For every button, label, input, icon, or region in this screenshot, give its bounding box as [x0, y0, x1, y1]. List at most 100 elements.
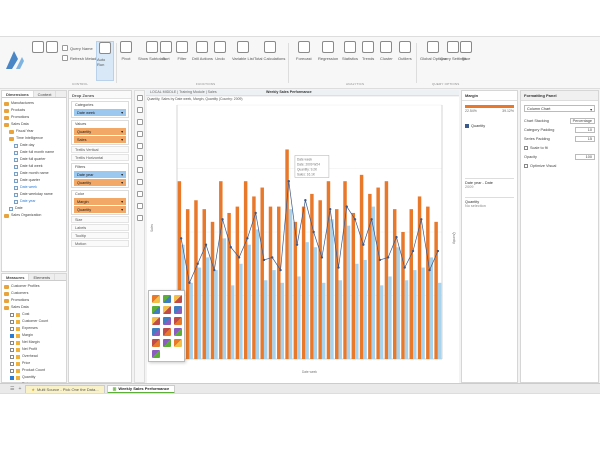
bar-quantity[interactable]: [280, 282, 284, 359]
format-option[interactable]: Opacity 100: [524, 152, 595, 161]
bar-quantity[interactable]: [346, 225, 351, 359]
margin-point[interactable]: [395, 235, 398, 239]
margin-point[interactable]: [229, 246, 233, 249]
checkbox-icon[interactable]: [524, 145, 528, 150]
motion-zone[interactable]: Motion: [71, 240, 129, 247]
dimension-item[interactable]: Date week: [4, 184, 64, 191]
chart-svg[interactable]: Date weekSalesQuantityDate weekDate: 200…: [147, 97, 459, 385]
bar-quantity[interactable]: [222, 238, 227, 359]
filter-chip[interactable]: Date year ▾: [74, 171, 126, 178]
dimension-item[interactable]: Sales Organization: [4, 212, 64, 219]
measure-item[interactable]: Cost: [4, 311, 64, 318]
margin-point[interactable]: [329, 207, 332, 211]
outliers-button[interactable]: Outliers: [398, 41, 412, 81]
dimension-item[interactable]: Date year: [4, 198, 64, 205]
auto-run-button[interactable]: Auto Run: [96, 41, 114, 81]
bar-sales[interactable]: [301, 206, 306, 359]
chart-icon[interactable]: [136, 203, 143, 209]
margin-point[interactable]: [204, 243, 208, 246]
chart-type-option[interactable]: [163, 328, 171, 336]
measure-item[interactable]: Customer Profiles: [4, 283, 64, 290]
size-zone[interactable]: Size: [71, 216, 129, 223]
bar-sales[interactable]: [268, 206, 273, 359]
measure-item[interactable]: Price: [4, 360, 64, 367]
chart-type-option[interactable]: [152, 295, 160, 303]
chart-type-option[interactable]: [152, 306, 160, 314]
bar-sales[interactable]: [277, 206, 281, 359]
filter-icon[interactable]: [136, 179, 143, 185]
trellis-vertical-zone[interactable]: Trellis Vertical: [71, 146, 129, 153]
bar-quantity[interactable]: [189, 282, 193, 359]
bar-quantity[interactable]: [197, 267, 202, 359]
margin-point[interactable]: [370, 218, 373, 221]
margin-point[interactable]: [411, 249, 415, 253]
quantity-summary[interactable]: Quantity No selection: [465, 197, 514, 208]
category-chip[interactable]: Date week ▾: [74, 109, 126, 116]
bar-sales[interactable]: [384, 181, 389, 359]
list-icon[interactable]: ☰: [10, 386, 14, 392]
query-name-button[interactable]: Query Name: [62, 45, 93, 51]
chart-type-option[interactable]: [174, 328, 182, 336]
filter-chip[interactable]: Quantity ▾: [74, 179, 126, 186]
bar-quantity[interactable]: [429, 257, 434, 359]
measure-item[interactable]: Sales Data: [4, 304, 64, 311]
lasso-icon[interactable]: [136, 143, 143, 149]
bar-sales[interactable]: [401, 232, 405, 359]
bar-quantity[interactable]: [437, 282, 442, 359]
pointer-icon[interactable]: [136, 95, 143, 101]
chevron-down-icon[interactable]: ▾: [121, 110, 123, 115]
dimension-item[interactable]: Promotions: [4, 114, 64, 121]
margin-point[interactable]: [353, 218, 357, 221]
dimension-item[interactable]: Date quarter: [4, 177, 64, 184]
bar-sales[interactable]: [359, 174, 364, 359]
checkbox-icon[interactable]: [10, 354, 14, 359]
margin-point[interactable]: [378, 258, 382, 262]
checkbox-icon[interactable]: [10, 375, 14, 380]
chevron-down-icon[interactable]: ▾: [121, 207, 123, 212]
format-option[interactable]: Series Padding 15: [524, 134, 595, 143]
drill-actions-button[interactable]: Drill Actions: [192, 41, 213, 81]
total-calculations-button[interactable]: Total Calculations: [254, 41, 285, 81]
checkbox-icon[interactable]: [10, 312, 14, 317]
bar-quantity[interactable]: [379, 285, 384, 359]
dimension-item[interactable]: Fiscal Year: [4, 128, 64, 135]
chart-type-option[interactable]: [174, 317, 182, 325]
bar-sales[interactable]: [210, 221, 215, 359]
margin-point[interactable]: [188, 281, 191, 284]
margin-point[interactable]: [345, 205, 348, 208]
tab-measures[interactable]: Measures: [2, 274, 30, 280]
measure-item[interactable]: Quantity: [4, 374, 64, 381]
margin-point[interactable]: [287, 180, 290, 183]
chevron-down-icon[interactable]: ▾: [121, 137, 123, 142]
checkbox-icon[interactable]: [10, 333, 14, 338]
pivot-button[interactable]: Pivot: [120, 41, 132, 81]
checkbox-icon[interactable]: [10, 368, 14, 373]
checkbox-icon[interactable]: [10, 319, 14, 324]
brush-icon[interactable]: [136, 155, 143, 161]
bar-sales[interactable]: [335, 209, 339, 359]
measure-item[interactable]: Product Count: [4, 367, 64, 374]
chart-type-option[interactable]: [152, 317, 160, 325]
bar-quantity[interactable]: [388, 276, 392, 359]
color-chip[interactable]: Margin ▾: [74, 198, 126, 205]
trellis-horizontal-zone[interactable]: Trellis Horizontal: [71, 154, 129, 161]
bar-sales[interactable]: [235, 206, 240, 359]
chart-type-option[interactable]: [163, 295, 171, 303]
checkbox-icon[interactable]: [10, 347, 14, 352]
margin-point[interactable]: [436, 249, 440, 253]
bar-quantity[interactable]: [255, 229, 260, 359]
bar-quantity[interactable]: [355, 263, 359, 359]
forecast-button[interactable]: Forecast: [296, 41, 312, 81]
chevron-down-icon[interactable]: ▾: [121, 172, 123, 177]
dimension-item[interactable]: Date full month name: [4, 149, 64, 156]
bar-sales[interactable]: [326, 181, 331, 359]
margin-point[interactable]: [403, 266, 406, 269]
checkbox-icon[interactable]: [10, 340, 14, 345]
color-chip[interactable]: Quantity ▾: [74, 206, 126, 213]
margin-point[interactable]: [262, 258, 266, 262]
margin-point[interactable]: [312, 230, 315, 234]
bar-quantity[interactable]: [239, 263, 243, 359]
chart-type-select[interactable]: Column Chart ▾: [524, 105, 595, 112]
tab-dimensions[interactable]: Dimensions: [2, 91, 34, 97]
chart-type-option[interactable]: [152, 328, 160, 336]
